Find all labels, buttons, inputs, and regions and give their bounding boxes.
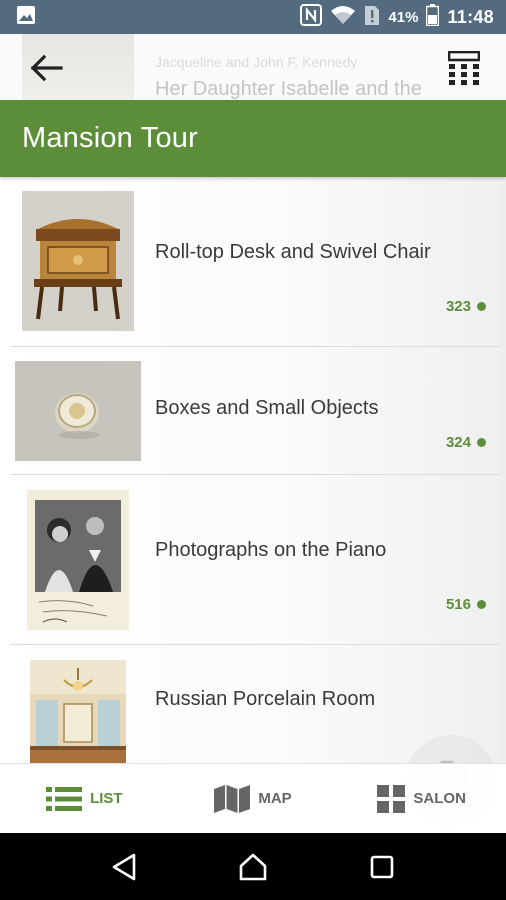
list-item[interactable]: Photographs on the Piano 516 xyxy=(0,475,506,645)
top-app-bar: Jacqueline and John F. Kennedy Her Daugh… xyxy=(0,34,506,100)
arrow-left-icon xyxy=(30,54,63,82)
tab-salon[interactable]: SALON xyxy=(337,764,506,833)
salon-grid-icon xyxy=(377,784,406,813)
home-icon xyxy=(239,853,267,880)
item-title: Photographs on the Piano xyxy=(155,539,387,561)
item-title: Russian Porcelain Room xyxy=(155,688,376,710)
wifi-icon xyxy=(330,5,356,30)
system-home-button[interactable] xyxy=(228,842,278,892)
system-back-button[interactable] xyxy=(99,842,149,892)
battery-percent: 41% xyxy=(388,8,419,26)
stop-number: 324 xyxy=(446,434,486,451)
back-triangle-icon xyxy=(113,853,136,880)
item-title: Roll-top Desk and Swivel Chair xyxy=(155,241,431,263)
tab-map[interactable]: MAP xyxy=(169,764,338,833)
item-title: Boxes and Small Objects xyxy=(155,397,379,419)
system-nav-bar xyxy=(0,833,506,900)
battery-icon xyxy=(426,3,440,31)
stop-dot xyxy=(477,302,486,311)
bottom-nav: LIST MAP SALON xyxy=(0,763,506,833)
item-thumbnail xyxy=(15,361,141,461)
ghost-item-title-top: Jacqueline and John F. Kennedy xyxy=(155,54,358,70)
status-bar: 41% 11:48 xyxy=(0,0,506,34)
item-thumbnail xyxy=(22,191,134,331)
status-time: 11:48 xyxy=(447,6,494,27)
recents-icon xyxy=(370,855,393,878)
item-thumbnail xyxy=(27,490,129,630)
tab-map-label: MAP xyxy=(258,790,292,807)
nfc-icon xyxy=(300,3,323,31)
stop-dot xyxy=(477,600,486,609)
stop-number: 516 xyxy=(446,596,486,613)
stop-number-label: 323 xyxy=(445,298,471,315)
item-thumbnail xyxy=(30,660,126,763)
gallery-icon xyxy=(16,5,36,30)
keypad-icon xyxy=(448,51,480,85)
ghost-item-title: Her Daughter Isabelle and the xyxy=(155,78,422,100)
stop-number-label: 324 xyxy=(445,434,471,451)
stop-number-label: 516 xyxy=(445,596,471,613)
title-bar: Mansion Tour xyxy=(0,100,506,177)
list-item[interactable]: Boxes and Small Objects 324 xyxy=(0,347,506,475)
keypad-button[interactable] xyxy=(444,48,484,88)
stop-list[interactable]: Roll-top Desk and Swivel Chair 323 Boxes… xyxy=(0,177,506,763)
tab-salon-label: SALON xyxy=(413,790,466,807)
list-item[interactable]: Roll-top Desk and Swivel Chair 323 xyxy=(0,177,506,347)
list-icon xyxy=(46,786,83,811)
no-sim-icon xyxy=(364,4,380,31)
tab-list[interactable]: LIST xyxy=(0,764,169,833)
system-recents-button[interactable] xyxy=(357,842,407,892)
page-title: Mansion Tour xyxy=(22,122,198,154)
stop-dot xyxy=(477,438,486,447)
tab-list-label: LIST xyxy=(90,790,123,807)
map-icon xyxy=(214,784,251,813)
back-button[interactable] xyxy=(24,50,68,86)
stop-number: 323 xyxy=(446,298,486,315)
